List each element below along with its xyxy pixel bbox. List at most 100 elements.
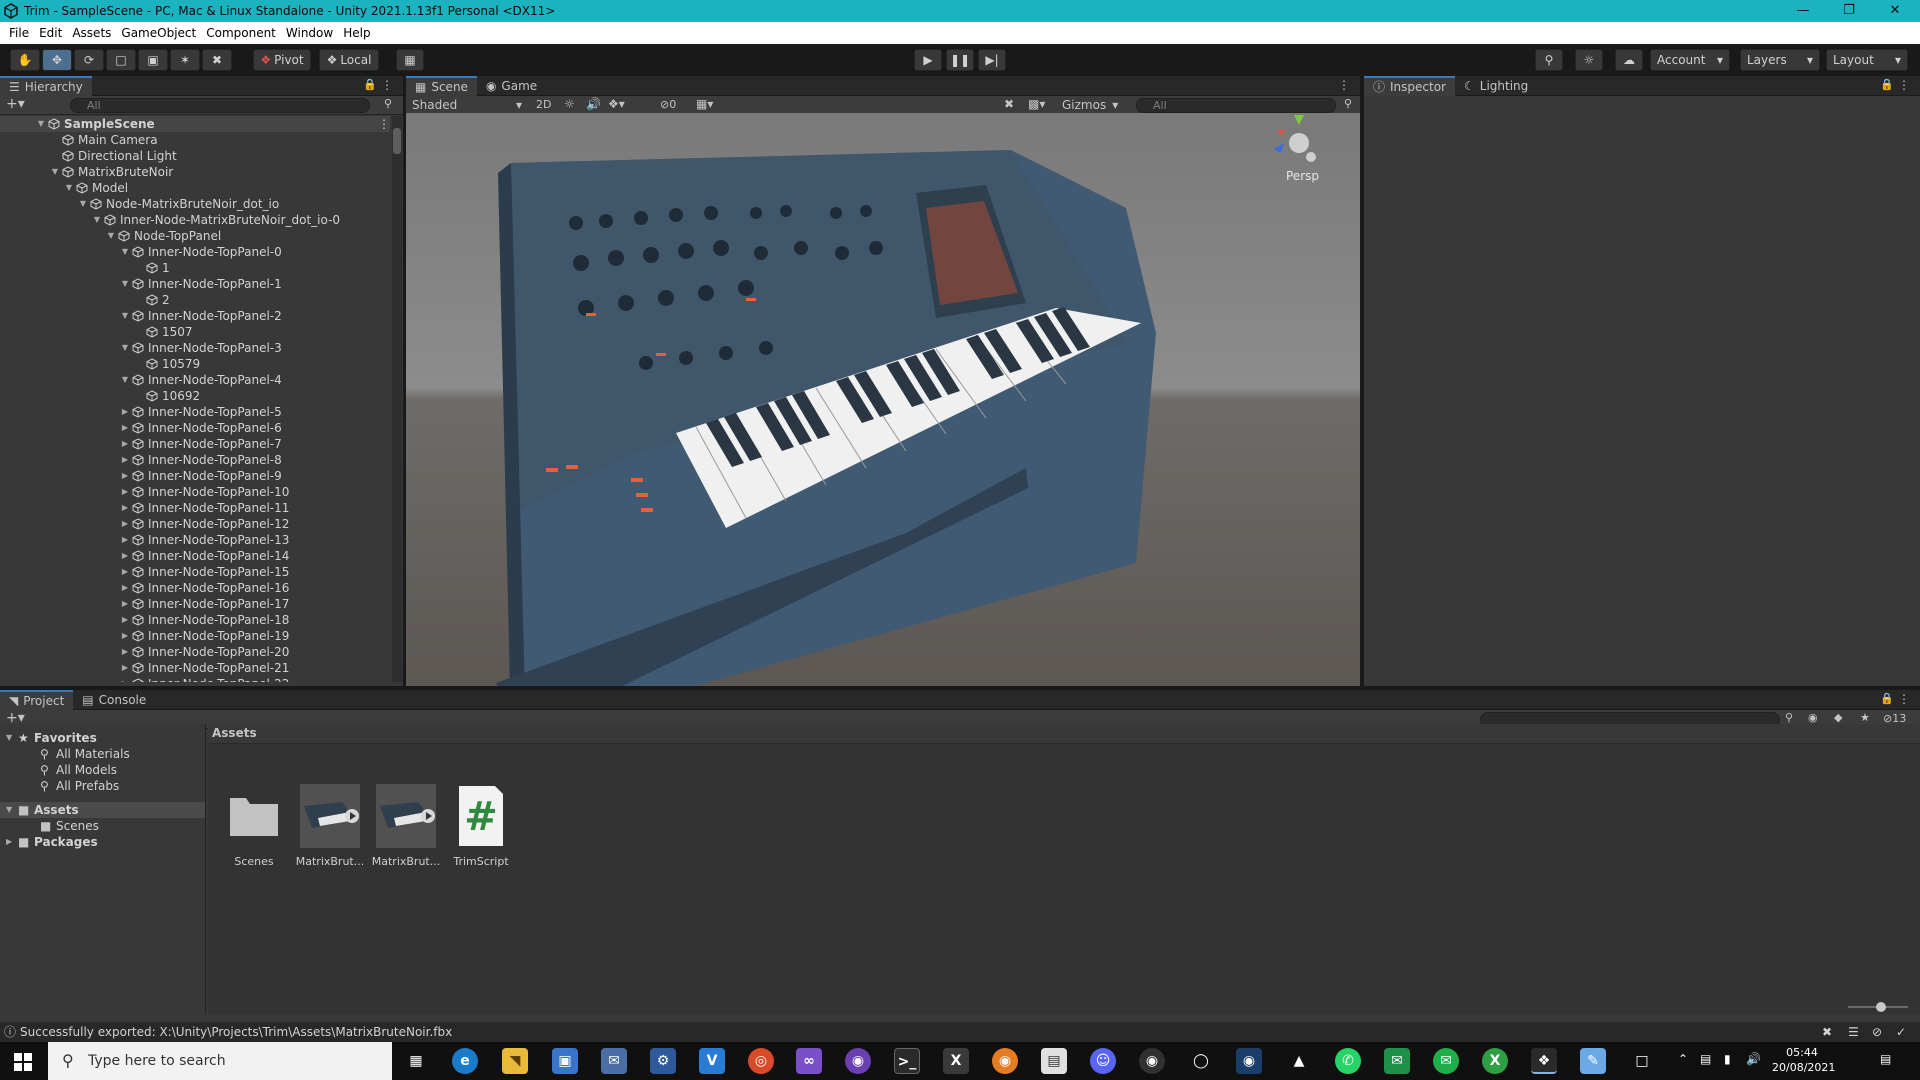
- collab-button[interactable]: ☁: [1615, 49, 1643, 71]
- volume-icon[interactable]: 🔊: [1746, 1052, 1761, 1066]
- menu-help[interactable]: Help: [338, 26, 375, 40]
- collapse-arrow-icon[interactable]: ▶: [120, 644, 130, 660]
- collapse-arrow-icon[interactable]: ▶: [120, 548, 130, 564]
- hierarchy-item[interactable]: ▶ Inner-Node-TopPanel-8: [0, 452, 390, 468]
- hierarchy-item[interactable]: ▼ Inner-Node-TopPanel-4: [0, 372, 390, 388]
- label-icon[interactable]: ◆: [1834, 711, 1842, 724]
- battery-icon[interactable]: ▮: [1724, 1052, 1731, 1066]
- hierarchy-item[interactable]: ▶ Inner-Node-TopPanel-5: [0, 404, 390, 420]
- hierarchy-item[interactable]: Directional Light: [0, 148, 390, 164]
- hierarchy-item[interactable]: ▶ Inner-Node-TopPanel-6: [0, 420, 390, 436]
- minimize-button[interactable]: —: [1780, 0, 1826, 22]
- collapse-arrow-icon[interactable]: ▶: [120, 580, 130, 596]
- tray-chevron-icon[interactable]: ⌃: [1678, 1052, 1688, 1066]
- blender-icon[interactable]: ◉: [992, 1048, 1018, 1074]
- menu-edit[interactable]: Edit: [34, 26, 67, 40]
- lighting-toggle-icon[interactable]: ☼: [564, 97, 575, 111]
- notes-app-icon[interactable]: ✎: [1580, 1048, 1606, 1074]
- tab-project[interactable]: ◥ Project: [0, 689, 74, 710]
- terminal-icon[interactable]: >_: [894, 1048, 920, 1074]
- orientation-gizmo[interactable]: [1274, 115, 1316, 162]
- project-tree-item[interactable]: ⚲ All Prefabs: [0, 778, 205, 794]
- more-icon[interactable]: ⋮: [1898, 692, 1910, 706]
- more-icon[interactable]: ⋮: [1898, 78, 1910, 92]
- pause-button[interactable]: ❚❚: [946, 49, 974, 71]
- hierarchy-item[interactable]: ▼ Node-MatrixBruteNoir_dot_io: [0, 196, 390, 212]
- vscode-icon[interactable]: V: [699, 1048, 725, 1074]
- tab-console[interactable]: ▤ Console: [73, 690, 155, 710]
- xbox-icon[interactable]: X: [1482, 1048, 1508, 1074]
- collapse-arrow-icon[interactable]: ▶: [120, 500, 130, 516]
- expand-arrow-icon[interactable]: ▼: [6, 802, 12, 818]
- obs-icon[interactable]: ◉: [1139, 1048, 1165, 1074]
- services-button[interactable]: ☼: [1575, 49, 1603, 71]
- zoom-slider[interactable]: [1848, 1002, 1908, 1012]
- project-tree-item[interactable]: ⚲ All Models: [0, 762, 205, 778]
- hierarchy-item[interactable]: ▶ Inner-Node-TopPanel-10: [0, 484, 390, 500]
- whatsapp-icon[interactable]: ✆: [1335, 1048, 1361, 1074]
- expand-arrow-icon[interactable]: ▼: [120, 340, 130, 356]
- menu-assets[interactable]: Assets: [67, 26, 116, 40]
- lock-icon[interactable]: 🔒: [1880, 692, 1894, 705]
- grid-snap-button[interactable]: ▦: [396, 49, 424, 71]
- step-button[interactable]: ▶|: [978, 49, 1006, 71]
- hierarchy-item[interactable]: ▶ Inner-Node-TopPanel-11: [0, 500, 390, 516]
- steam-icon[interactable]: ◉: [1236, 1048, 1262, 1074]
- hierarchy-item[interactable]: ▶ Inner-Node-TopPanel-9: [0, 468, 390, 484]
- custom-tool-button[interactable]: ✖: [202, 49, 232, 71]
- pivot-toggle[interactable]: ❖ Pivot: [253, 49, 311, 71]
- expand-arrow-icon[interactable]: ▼: [92, 212, 102, 228]
- collapse-arrow-icon[interactable]: ▶: [120, 628, 130, 644]
- store-icon[interactable]: ▣: [552, 1048, 578, 1074]
- lock-icon[interactable]: 🔒: [1880, 78, 1894, 91]
- hand-tool-button[interactable]: ✋: [10, 49, 40, 71]
- hierarchy-item[interactable]: 10579: [0, 356, 390, 372]
- project-tree-item[interactable]: ▼ ★ Favorites: [0, 730, 205, 746]
- scrollbar-thumb[interactable]: [393, 128, 401, 154]
- lock-icon[interactable]: 🔒: [363, 78, 377, 91]
- status-message[interactable]: Successfully exported: X:\Unity\Projects…: [20, 1022, 452, 1042]
- grid-toggle-icon[interactable]: ▦▾: [696, 97, 713, 111]
- menu-window[interactable]: Window: [281, 26, 338, 40]
- messages-icon[interactable]: ✉: [1433, 1048, 1459, 1074]
- more-icon[interactable]: ⋮: [378, 116, 390, 132]
- scene-viewport[interactable]: Persp: [406, 113, 1360, 686]
- search-filter-icon[interactable]: ⚲: [1344, 97, 1352, 110]
- restore-button[interactable]: ❐: [1826, 0, 1872, 22]
- asset-item[interactable]: MatrixBrut...: [295, 784, 365, 868]
- expand-arrow-icon[interactable]: ▼: [120, 372, 130, 388]
- hierarchy-item[interactable]: ▼ Model: [0, 180, 390, 196]
- hidden-objects-toggle[interactable]: ⊘0: [660, 98, 676, 111]
- tab-inspector[interactable]: ⓘ Inspector: [1364, 75, 1455, 96]
- add-button[interactable]: +▾: [6, 96, 25, 112]
- collapse-arrow-icon[interactable]: ▶: [120, 484, 130, 500]
- unity-editor-icon[interactable]: ❖: [1531, 1048, 1557, 1074]
- search-button[interactable]: ⚲: [1535, 49, 1563, 71]
- network-icon[interactable]: ▤: [1700, 1052, 1711, 1066]
- tab-game[interactable]: ◉ Game: [477, 76, 546, 96]
- progress-icon[interactable]: ✓: [1896, 1022, 1906, 1042]
- taskbar-search-input[interactable]: ⚲ Type here to search: [48, 1042, 392, 1080]
- expand-arrow-icon[interactable]: ▼: [120, 244, 130, 260]
- autogen-icon[interactable]: ⊘: [1872, 1022, 1882, 1042]
- collapse-arrow-icon[interactable]: ▶: [120, 660, 130, 676]
- hierarchy-item[interactable]: ▶ Inner-Node-TopPanel-22: [0, 676, 390, 682]
- rotate-tool-button[interactable]: ⟳: [74, 49, 104, 71]
- layout-dropdown[interactable]: Layout ▾: [1826, 49, 1908, 71]
- rect-tool-button[interactable]: ▣: [138, 49, 168, 71]
- asset-item[interactable]: Scenes: [219, 784, 289, 868]
- persp-label[interactable]: Persp: [1286, 169, 1319, 183]
- expand-arrow-icon[interactable]: ▼: [36, 116, 46, 132]
- hierarchy-item[interactable]: 2: [0, 292, 390, 308]
- hierarchy-item[interactable]: ▼ Inner-Node-TopPanel-3: [0, 340, 390, 356]
- breadcrumb[interactable]: Assets: [212, 726, 257, 740]
- menu-component[interactable]: Component: [201, 26, 281, 40]
- hierarchy-item[interactable]: ▼ MatrixBruteNoir: [0, 164, 390, 180]
- 2d-toggle[interactable]: 2D: [536, 98, 551, 111]
- project-tree-item[interactable]: ▼ ■ Assets: [0, 802, 205, 818]
- mail-icon[interactable]: ✉: [601, 1048, 627, 1074]
- tab-lighting[interactable]: ☾ Lighting: [1455, 76, 1537, 96]
- unity-icon[interactable]: ▲: [1286, 1048, 1312, 1074]
- task-view-icon[interactable]: ▦: [403, 1048, 429, 1074]
- hierarchy-item[interactable]: ▶ Inner-Node-TopPanel-7: [0, 436, 390, 452]
